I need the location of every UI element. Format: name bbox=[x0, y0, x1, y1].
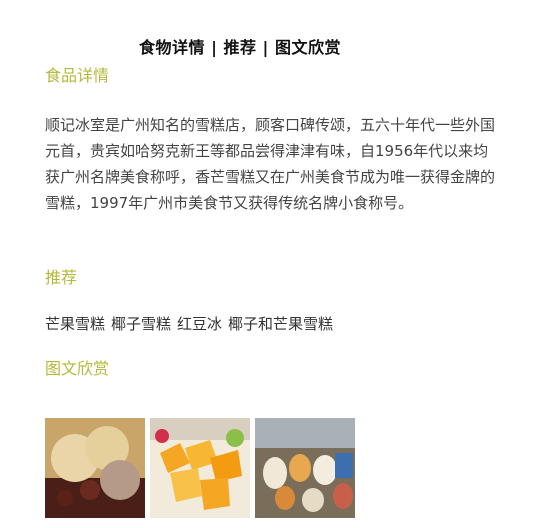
recommend-item[interactable]: 芒果雪糕 bbox=[45, 315, 105, 333]
gallery-heading: 图文欣赏 bbox=[45, 359, 110, 378]
recommend-item[interactable]: 红豆冰 bbox=[177, 315, 222, 333]
recommend-item[interactable]: 椰子和芒果雪糕 bbox=[228, 315, 333, 333]
ice-cream-display-photo[interactable] bbox=[255, 418, 355, 518]
details-heading: 食品详情 bbox=[45, 66, 110, 85]
recommend-item[interactable]: 椰子雪糕 bbox=[111, 315, 171, 333]
gallery bbox=[45, 418, 355, 518]
details-text: 顺记冰室是广州知名的雪糕店，顾客口碑传颂，五六十年代一些外国元首，贵宾如哈努克新… bbox=[45, 116, 496, 212]
page-title: 食物详情 | 推荐 | 图文欣赏 bbox=[139, 38, 341, 57]
mango-shaved-ice-photo[interactable] bbox=[150, 418, 250, 518]
recommend-list: 芒果雪糕 椰子雪糕 红豆冰 椰子和芒果雪糕 bbox=[45, 313, 339, 334]
ice-cream-scoops-photo[interactable] bbox=[45, 418, 145, 518]
recommend-heading: 推荐 bbox=[45, 268, 78, 287]
